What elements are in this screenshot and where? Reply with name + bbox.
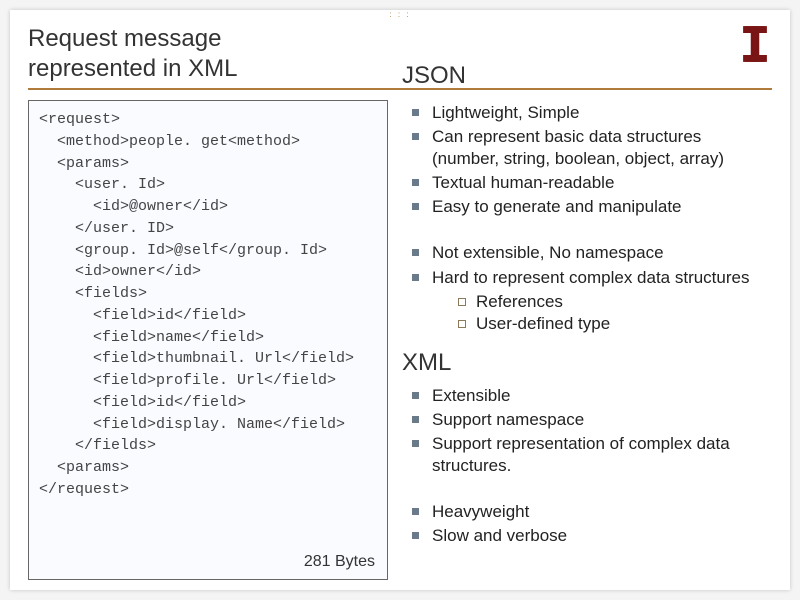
code-line: <id>@owner</id> (39, 198, 228, 215)
list-item: Lightweight, Simple (408, 102, 772, 124)
code-line: <request> (39, 111, 120, 128)
title-line-2: represented in XML (28, 54, 237, 84)
content-area: <request> <method>people. get<method> <p… (28, 100, 772, 580)
list-item: Heavyweight (408, 501, 772, 523)
list-item-text: Hard to represent complex data structure… (432, 268, 749, 287)
list-item: Hard to represent complex data structure… (408, 267, 772, 335)
code-line: <fields> (39, 285, 147, 302)
json-heading: JSON (402, 62, 772, 90)
sub-list: References User-defined type (456, 291, 772, 335)
list-item: Support representation of complex data s… (408, 433, 772, 477)
list-item: Extensible (408, 385, 772, 407)
list-item: Not extensible, No namespace (408, 242, 772, 264)
slide-container: : : : Request message represented in XML… (10, 10, 790, 590)
sub-list-item: User-defined type (456, 313, 772, 335)
xml-cons-list: Heavyweight Slow and verbose (408, 501, 772, 547)
xml-pros-list: Extensible Support namespace Support rep… (408, 385, 772, 477)
code-line: <field>display. Name</field> (39, 416, 345, 433)
code-line: <user. Id> (39, 176, 165, 193)
code-line: <field>id</field> (39, 394, 246, 411)
code-line: </fields> (39, 437, 156, 454)
json-cons-list: Not extensible, No namespace Hard to rep… (408, 242, 772, 334)
list-item: Support namespace (408, 409, 772, 431)
list-item: Slow and verbose (408, 525, 772, 547)
list-item: Easy to generate and manipulate (408, 196, 772, 218)
code-line: <field>thumbnail. Url</field> (39, 350, 354, 367)
code-line: <field>id</field> (39, 307, 246, 324)
code-line: <id>owner</id> (39, 263, 201, 280)
code-line: <field>name</field> (39, 329, 264, 346)
slide-title: Request message represented in XML (28, 20, 237, 84)
decorative-dots: : : : (389, 10, 410, 19)
xml-code-block: <request> <method>people. get<method> <p… (28, 100, 388, 580)
list-item: Textual human-readable (408, 172, 772, 194)
code-line: <field>profile. Url</field> (39, 372, 336, 389)
code-line: </request> (39, 481, 129, 498)
code-line: <params> (39, 155, 129, 172)
right-column: JSON Lightweight, Simple Can represent b… (402, 100, 772, 580)
xml-heading: XML (402, 349, 772, 377)
byte-count-label: 281 Bytes (304, 550, 375, 573)
code-line: </user. ID> (39, 220, 174, 237)
code-line: <method>people. get<method> (39, 133, 300, 150)
json-pros-list: Lightweight, Simple Can represent basic … (408, 102, 772, 218)
iu-logo-icon (738, 22, 772, 66)
list-item: Can represent basic data structures (num… (408, 126, 772, 170)
title-line-1: Request message (28, 24, 237, 54)
code-line: <group. Id>@self</group. Id> (39, 242, 327, 259)
sub-list-item: References (456, 291, 772, 313)
code-line: <params> (39, 459, 129, 476)
